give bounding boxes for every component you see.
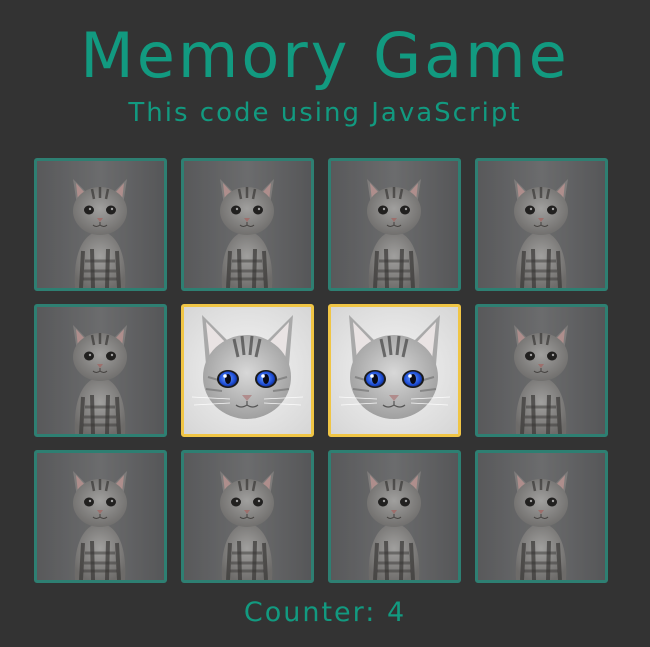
game-board	[34, 158, 608, 584]
page-title: Memory Game	[80, 19, 570, 92]
kitten-sitting-image	[478, 307, 605, 434]
memory-card[interactable]	[181, 158, 314, 291]
kitten-sitting-image	[478, 161, 605, 288]
kitten-sitting-image	[478, 453, 605, 580]
move-counter: Counter: 4	[0, 596, 650, 630]
memory-card[interactable]	[34, 304, 167, 437]
memory-card-revealed[interactable]	[328, 304, 461, 437]
kitten-sitting-image	[184, 453, 311, 580]
blue-eyed-cat-image	[184, 307, 311, 434]
memory-card[interactable]	[328, 158, 461, 291]
kitten-sitting-image	[331, 453, 458, 580]
kitten-sitting-image	[37, 453, 164, 580]
kitten-sitting-image	[331, 161, 458, 288]
memory-card[interactable]	[475, 450, 608, 583]
kitten-sitting-image	[37, 307, 164, 434]
kitten-sitting-image	[37, 161, 164, 288]
memory-card[interactable]	[181, 450, 314, 583]
page-subtitle: This code using JavaScript	[128, 98, 522, 128]
memory-card-revealed[interactable]	[181, 304, 314, 437]
counter-value: 4	[386, 597, 407, 628]
kitten-sitting-image	[184, 161, 311, 288]
memory-card[interactable]	[475, 304, 608, 437]
memory-card[interactable]	[34, 158, 167, 291]
blue-eyed-cat-image	[331, 307, 458, 434]
counter-label: Counter:	[243, 597, 377, 628]
memory-card[interactable]	[328, 450, 461, 583]
memory-card[interactable]	[475, 158, 608, 291]
memory-card[interactable]	[34, 450, 167, 583]
